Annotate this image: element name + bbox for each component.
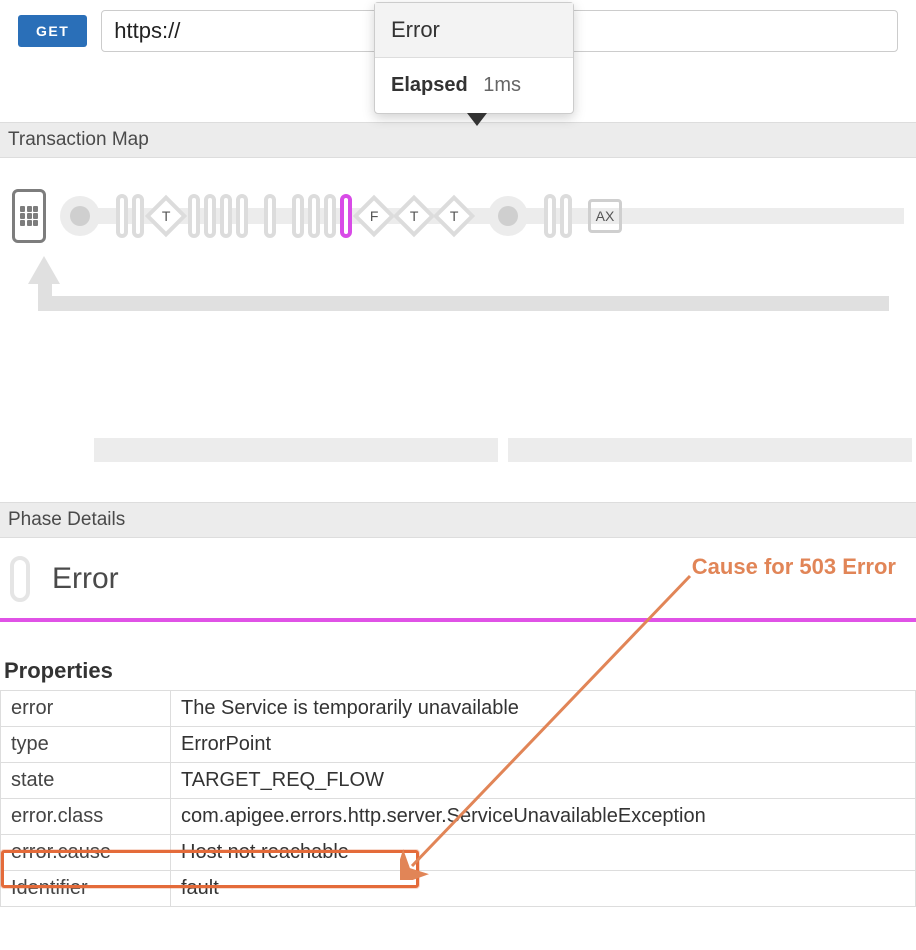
flow-row: T F T T AX bbox=[12, 188, 904, 244]
prop-key: error bbox=[1, 691, 171, 727]
device-keypad-icon bbox=[20, 206, 38, 226]
table-row: error.class com.apigee.errors.http.serve… bbox=[1, 799, 916, 835]
flow-condition-icon[interactable]: T bbox=[393, 195, 435, 237]
timeline-segment bbox=[94, 438, 498, 462]
prop-key: type bbox=[1, 727, 171, 763]
table-row: type ErrorPoint bbox=[1, 727, 916, 763]
error-tooltip: Error Elapsed 1ms bbox=[374, 2, 574, 114]
flow-stop-icon[interactable] bbox=[488, 196, 528, 236]
prop-value: com.apigee.errors.http.server.ServiceUna… bbox=[171, 799, 916, 835]
transaction-map-heading: Transaction Map bbox=[0, 122, 916, 158]
tooltip-body: Elapsed 1ms bbox=[375, 58, 573, 113]
prop-key: error.class bbox=[1, 799, 171, 835]
table-row: error The Service is temporarily unavail… bbox=[1, 691, 916, 727]
table-row: Identifier fault bbox=[1, 871, 916, 907]
flow-step-icon[interactable] bbox=[204, 194, 216, 238]
return-flow-arrow-icon bbox=[24, 256, 894, 326]
flow-step-icon[interactable] bbox=[220, 194, 232, 238]
flow-step-icon[interactable] bbox=[264, 194, 276, 238]
flow-condition-icon[interactable]: T bbox=[145, 195, 187, 237]
tooltip-pointer-icon bbox=[467, 113, 487, 126]
timeline-bar bbox=[0, 438, 916, 462]
flow-items: T F T T AX bbox=[60, 194, 622, 238]
flow-step-icon[interactable] bbox=[236, 194, 248, 238]
flow-error-step-icon[interactable] bbox=[340, 194, 352, 238]
client-device-icon bbox=[12, 189, 46, 243]
tooltip-elapsed-label: Elapsed bbox=[391, 74, 468, 96]
transaction-map: T F T T AX bbox=[0, 158, 916, 418]
flow-condition-icon[interactable]: F bbox=[353, 195, 395, 237]
table-row: state TARGET_REQ_FLOW bbox=[1, 763, 916, 799]
phase-lozenge-icon bbox=[10, 556, 30, 602]
flow-step-icon[interactable] bbox=[324, 194, 336, 238]
flow-step-icon[interactable] bbox=[132, 194, 144, 238]
flow-condition-icon[interactable]: T bbox=[433, 195, 475, 237]
flow-step-icon[interactable] bbox=[308, 194, 320, 238]
properties-table: error The Service is temporarily unavail… bbox=[0, 690, 916, 907]
prop-key: state bbox=[1, 763, 171, 799]
prop-value: TARGET_REQ_FLOW bbox=[171, 763, 916, 799]
flow-step-icon[interactable] bbox=[544, 194, 556, 238]
flow-step-icon[interactable] bbox=[292, 194, 304, 238]
prop-value: ErrorPoint bbox=[171, 727, 916, 763]
prop-key: Identifier bbox=[1, 871, 171, 907]
prop-key: error.cause bbox=[1, 835, 171, 871]
flow-step-icon[interactable] bbox=[188, 194, 200, 238]
timeline-segment bbox=[508, 438, 912, 462]
annotation-label: Cause for 503 Error bbox=[692, 554, 896, 580]
flow-step-icon[interactable] bbox=[560, 194, 572, 238]
phase-details-heading: Phase Details bbox=[0, 502, 916, 538]
phase-title-row: Error Cause for 503 Error bbox=[0, 538, 916, 616]
tooltip-title: Error bbox=[375, 3, 573, 58]
flow-stop-icon[interactable] bbox=[60, 196, 100, 236]
phase-title: Error bbox=[52, 562, 119, 596]
properties-heading: Properties bbox=[0, 622, 916, 690]
prop-value: The Service is temporarily unavailable bbox=[171, 691, 916, 727]
tooltip-elapsed-value: 1ms bbox=[483, 74, 521, 96]
prop-value: fault bbox=[171, 871, 916, 907]
flow-step-icon[interactable] bbox=[116, 194, 128, 238]
prop-value: Host not reachable bbox=[171, 835, 916, 871]
table-row-highlighted: error.cause Host not reachable bbox=[1, 835, 916, 871]
http-method-badge: GET bbox=[18, 15, 87, 47]
flow-target-icon[interactable]: AX bbox=[588, 199, 622, 233]
